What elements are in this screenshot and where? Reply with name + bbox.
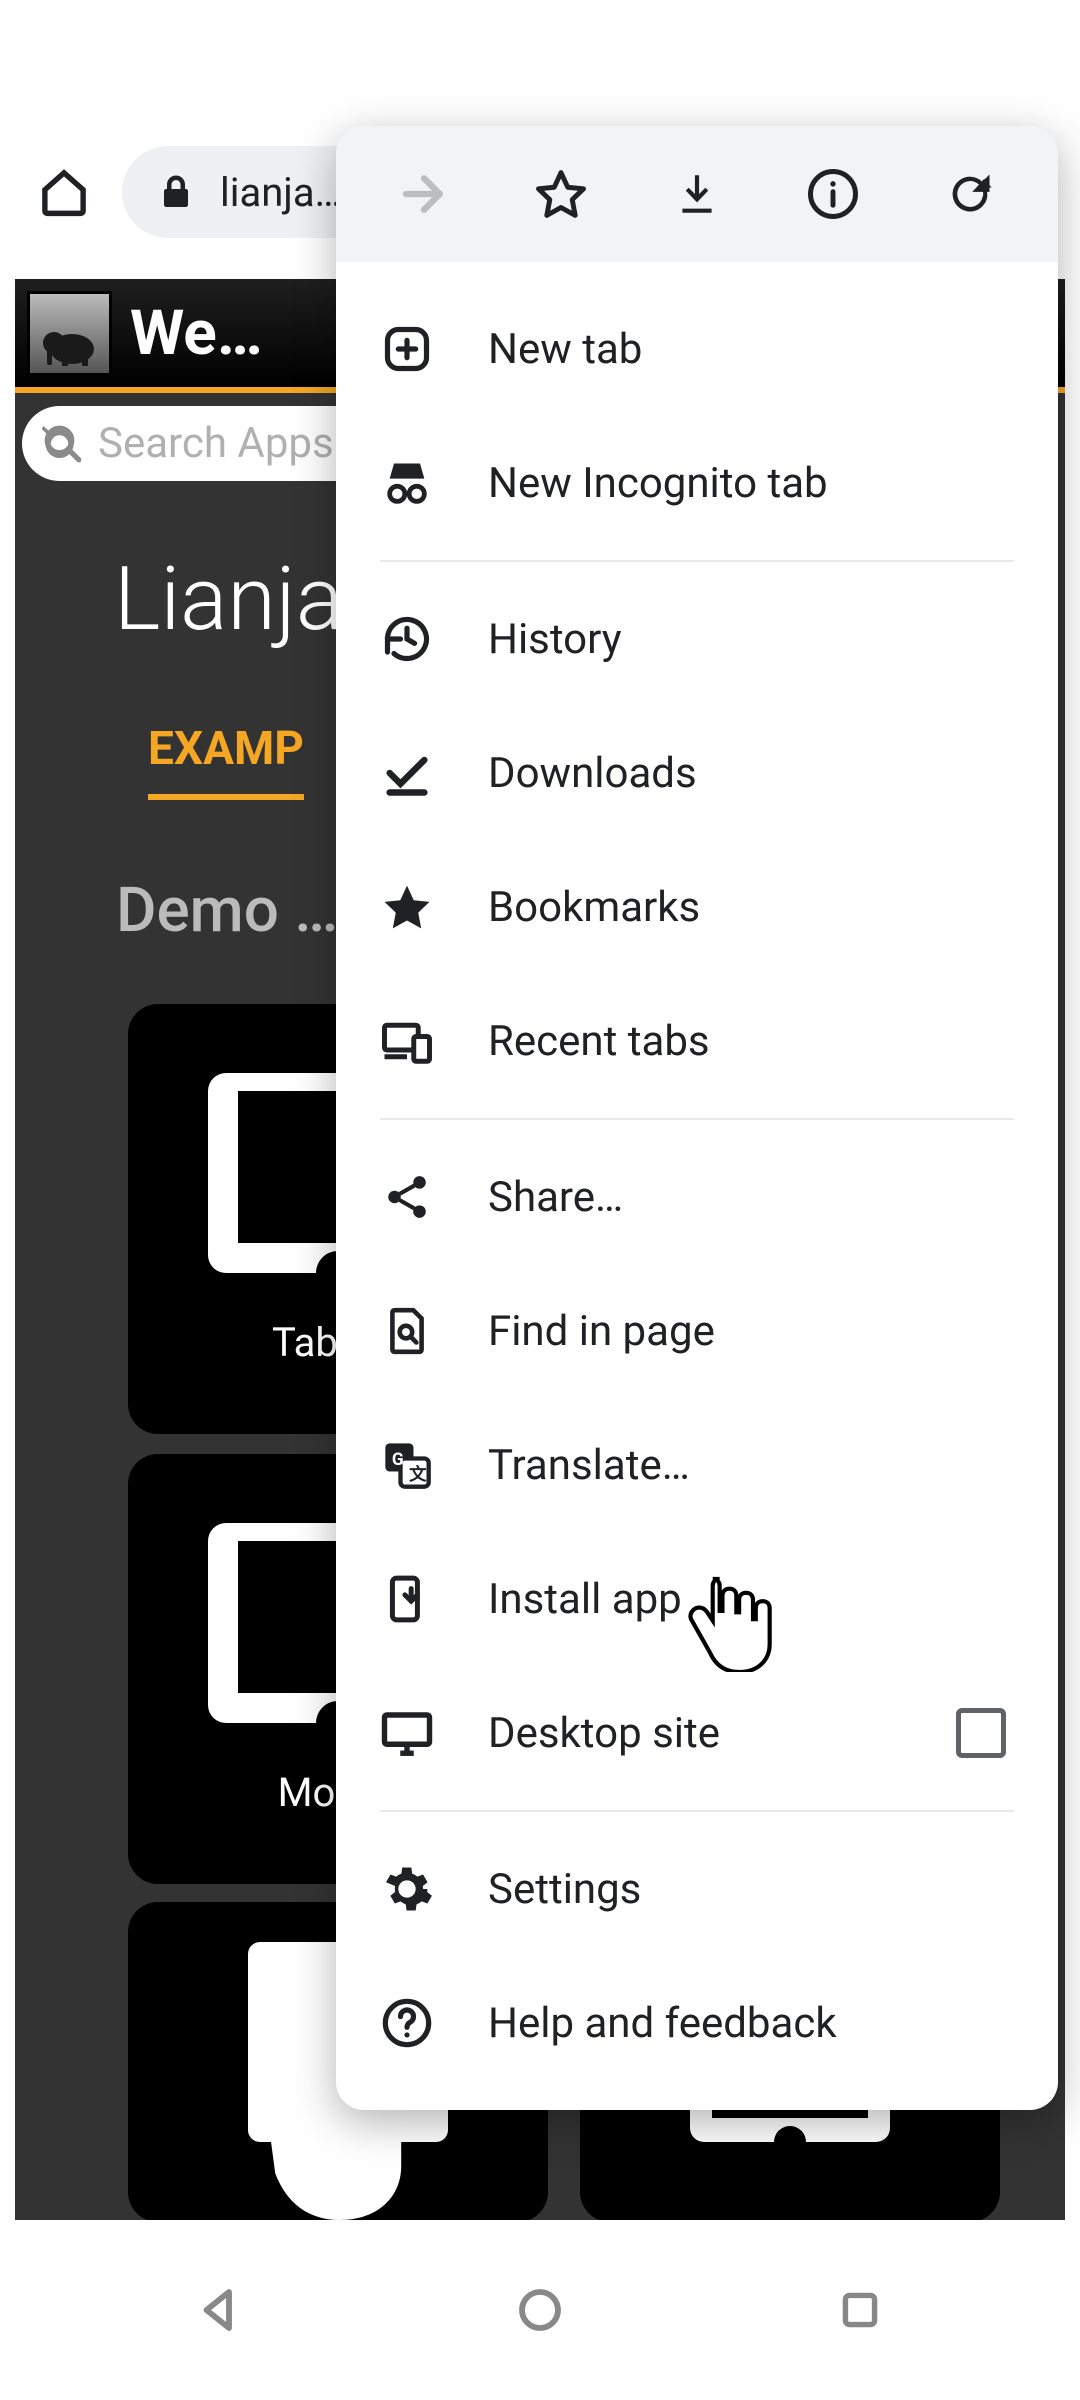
star-icon [534,167,588,221]
menu-settings[interactable]: Settings [336,1822,1058,1956]
info-button[interactable] [803,164,863,224]
menu-new-tab[interactable]: New tab [336,282,1058,416]
menu-label: Share… [488,1173,1014,1222]
menu-divider [380,560,1014,562]
svg-text:文: 文 [409,1464,427,1485]
download-icon [672,169,722,219]
tab-examples[interactable]: EXAMP [148,722,304,800]
circle-icon [513,2283,567,2337]
forward-icon [397,167,451,221]
menu-label: New tab [488,325,1014,374]
history-icon [380,612,434,666]
help-icon [380,1996,434,2050]
star-filled-icon [380,880,434,934]
menu-divider [380,1118,1014,1120]
menu-label: Help and feedback [488,1999,1014,2048]
menu-label: New Incognito tab [488,459,1014,508]
menu-label: Recent tabs [488,1017,1014,1066]
menu-find-in-page[interactable]: Find in page [336,1264,1058,1398]
menu-label: Bookmarks [488,883,1014,932]
menu-help[interactable]: Help and feedback [336,1956,1058,2090]
home-button[interactable] [30,158,98,226]
cursor-pointer-icon [684,1572,772,1672]
download-button[interactable] [667,164,727,224]
menu-label: Downloads [488,749,1014,798]
bookmark-button[interactable] [531,164,591,224]
reload-button[interactable] [940,164,1000,224]
menu-share[interactable]: Share… [336,1130,1058,1264]
info-icon [806,167,860,221]
menu-label: History [488,615,1014,664]
status-bar [0,0,1080,130]
plus-box-icon [380,322,434,376]
menu-divider [380,1810,1014,1812]
menu-list: New tab New Incognito tab History Downlo… [336,262,1058,2110]
find-icon [380,1304,434,1358]
home-nav-button[interactable] [505,2275,575,2345]
gear-icon [380,1862,434,1916]
overview-button[interactable] [825,2275,895,2345]
menu-label: Desktop site [488,1709,902,1758]
site-title: We… [130,297,263,370]
back-icon [193,2283,247,2337]
menu-label: Find in page [488,1307,1014,1356]
menu-incognito[interactable]: New Incognito tab [336,416,1058,550]
elephant-icon [40,327,100,367]
devices-icon [380,1014,434,1068]
checkmark-icon [380,746,434,800]
menu-translate[interactable]: G文 Translate… [336,1398,1058,1532]
android-nav-bar [0,2220,1080,2400]
section-title: Demo … [116,874,338,947]
menu-top-row [336,126,1058,262]
menu-bookmarks[interactable]: Bookmarks [336,840,1058,974]
menu-desktop-site[interactable]: Desktop site [336,1666,1058,1800]
page-title: Lianja [114,548,343,651]
menu-label: Translate… [488,1441,1014,1490]
svg-text:G: G [392,1450,404,1470]
menu-recent-tabs[interactable]: Recent tabs [336,974,1058,1108]
incognito-icon [380,456,434,510]
url-text: lianja… [220,169,341,216]
overflow-menu: New tab New Incognito tab History Downlo… [336,126,1058,2110]
menu-history[interactable]: History [336,572,1058,706]
square-icon [835,2285,885,2335]
forward-button[interactable] [394,164,454,224]
search-icon [42,423,84,465]
search-placeholder: Search Apps [98,419,334,468]
desktop-site-checkbox[interactable] [956,1708,1006,1758]
menu-downloads[interactable]: Downloads [336,706,1058,840]
share-icon [380,1170,434,1224]
desktop-icon [380,1706,434,1760]
home-icon [37,165,91,219]
install-icon [380,1572,434,1626]
site-logo [27,291,112,376]
menu-label: Settings [488,1865,1014,1914]
reload-icon [944,168,996,220]
back-button[interactable] [185,2275,255,2345]
translate-icon: G文 [380,1438,434,1492]
lock-icon [158,174,194,210]
